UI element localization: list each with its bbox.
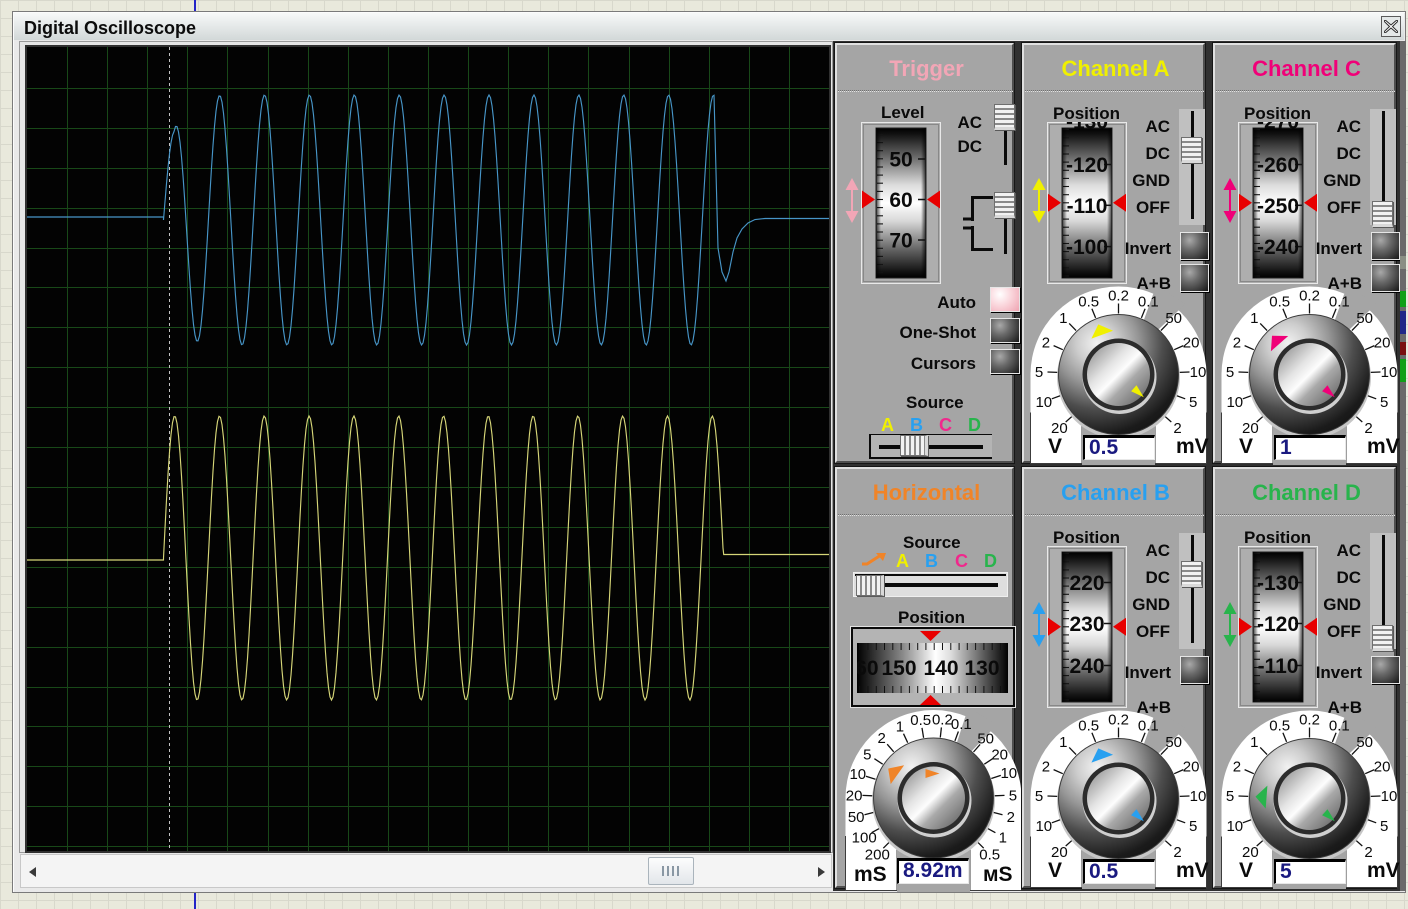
svg-text:230: 230 [1069, 613, 1104, 636]
svg-text:-130: -130 [1257, 572, 1299, 595]
svg-text:100: 100 [852, 829, 877, 846]
svg-text:10: 10 [1000, 765, 1017, 782]
svg-text:5: 5 [1226, 788, 1234, 805]
svg-text:2: 2 [1042, 335, 1050, 352]
svg-text:20: 20 [1374, 335, 1391, 352]
svg-text:1: 1 [1059, 310, 1067, 327]
svg-text:-110: -110 [1067, 195, 1108, 218]
svg-text:0.5: 0.5 [1269, 293, 1290, 310]
svg-text:0.5: 0.5 [1078, 717, 1099, 734]
svg-text:0.5: 0.5 [979, 847, 1000, 864]
svg-text:20: 20 [1374, 759, 1391, 776]
svg-text:20: 20 [1183, 759, 1200, 776]
svg-text:5: 5 [1035, 364, 1043, 381]
svg-text:5: 5 [1035, 788, 1043, 805]
svg-text:1: 1 [896, 718, 904, 735]
svg-text:50: 50 [1165, 310, 1182, 327]
svg-text:240: 240 [1069, 655, 1104, 678]
svg-text:0.5: 0.5 [1078, 293, 1099, 310]
svg-text:-100: -100 [1066, 236, 1108, 259]
svg-text:0.1: 0.1 [1329, 293, 1350, 310]
svg-text:50: 50 [1356, 310, 1373, 327]
svg-text:5: 5 [1189, 818, 1197, 835]
svg-text:60: 60 [889, 189, 912, 212]
svg-text:0.5: 0.5 [910, 712, 931, 729]
svg-text:-120: -120 [1257, 613, 1299, 636]
svg-text:-130: -130 [1066, 122, 1108, 134]
svg-text:1: 1 [1250, 310, 1258, 327]
svg-text:150: 150 [881, 657, 916, 680]
svg-text:20: 20 [1183, 335, 1200, 352]
svg-text:2: 2 [1007, 809, 1015, 826]
svg-text:20: 20 [991, 747, 1008, 764]
svg-text:0.1: 0.1 [1138, 717, 1159, 734]
svg-text:1: 1 [999, 829, 1007, 846]
svg-text:1: 1 [1059, 734, 1067, 751]
svg-text:50: 50 [1356, 734, 1373, 751]
svg-text:-240: -240 [1257, 236, 1299, 259]
svg-text:10: 10 [1381, 788, 1398, 805]
svg-text:0.5: 0.5 [1269, 717, 1290, 734]
svg-text:2: 2 [1233, 759, 1241, 776]
svg-text:-270: -270 [1257, 122, 1299, 134]
svg-text:10: 10 [849, 766, 866, 783]
svg-text:2: 2 [878, 730, 886, 747]
svg-text:220: 220 [1069, 572, 1104, 595]
svg-text:0.1: 0.1 [951, 716, 972, 733]
svg-text:-250: -250 [1257, 195, 1299, 218]
svg-text:5: 5 [1189, 394, 1197, 411]
svg-text:0.1: 0.1 [1329, 717, 1350, 734]
svg-text:0.1: 0.1 [1138, 293, 1159, 310]
svg-text:130: 130 [964, 657, 999, 680]
svg-text:140: 140 [923, 657, 958, 680]
svg-text:20: 20 [846, 788, 863, 805]
svg-text:50: 50 [848, 809, 865, 826]
svg-text:5: 5 [1009, 788, 1017, 805]
svg-text:-110: -110 [1258, 655, 1299, 678]
svg-text:5: 5 [863, 747, 871, 764]
svg-text:160: 160 [857, 657, 879, 680]
svg-text:10: 10 [1190, 364, 1207, 381]
svg-text:-260: -260 [1257, 154, 1299, 177]
svg-text:50: 50 [977, 731, 994, 748]
svg-text:10: 10 [1190, 788, 1207, 805]
svg-text:-120: -120 [1066, 154, 1108, 177]
svg-text:0.2: 0.2 [1108, 712, 1129, 729]
svg-text:10: 10 [1035, 818, 1052, 835]
svg-text:2: 2 [1233, 335, 1241, 352]
svg-text:10: 10 [1035, 394, 1052, 411]
svg-text:2: 2 [1042, 759, 1050, 776]
svg-text:0.2: 0.2 [1299, 288, 1320, 305]
svg-text:70: 70 [889, 230, 912, 253]
svg-text:1: 1 [1250, 734, 1258, 751]
svg-text:0.2: 0.2 [1108, 288, 1129, 305]
svg-text:200: 200 [865, 847, 890, 864]
svg-text:50: 50 [1165, 734, 1182, 751]
svg-text:50: 50 [889, 149, 912, 172]
svg-text:5: 5 [1380, 394, 1388, 411]
svg-text:5: 5 [1380, 818, 1388, 835]
svg-text:10: 10 [1226, 818, 1243, 835]
svg-text:10: 10 [1226, 394, 1243, 411]
svg-text:0.2: 0.2 [932, 712, 953, 729]
svg-text:5: 5 [1226, 364, 1234, 381]
svg-text:10: 10 [1381, 364, 1398, 381]
svg-text:0.2: 0.2 [1299, 712, 1320, 729]
